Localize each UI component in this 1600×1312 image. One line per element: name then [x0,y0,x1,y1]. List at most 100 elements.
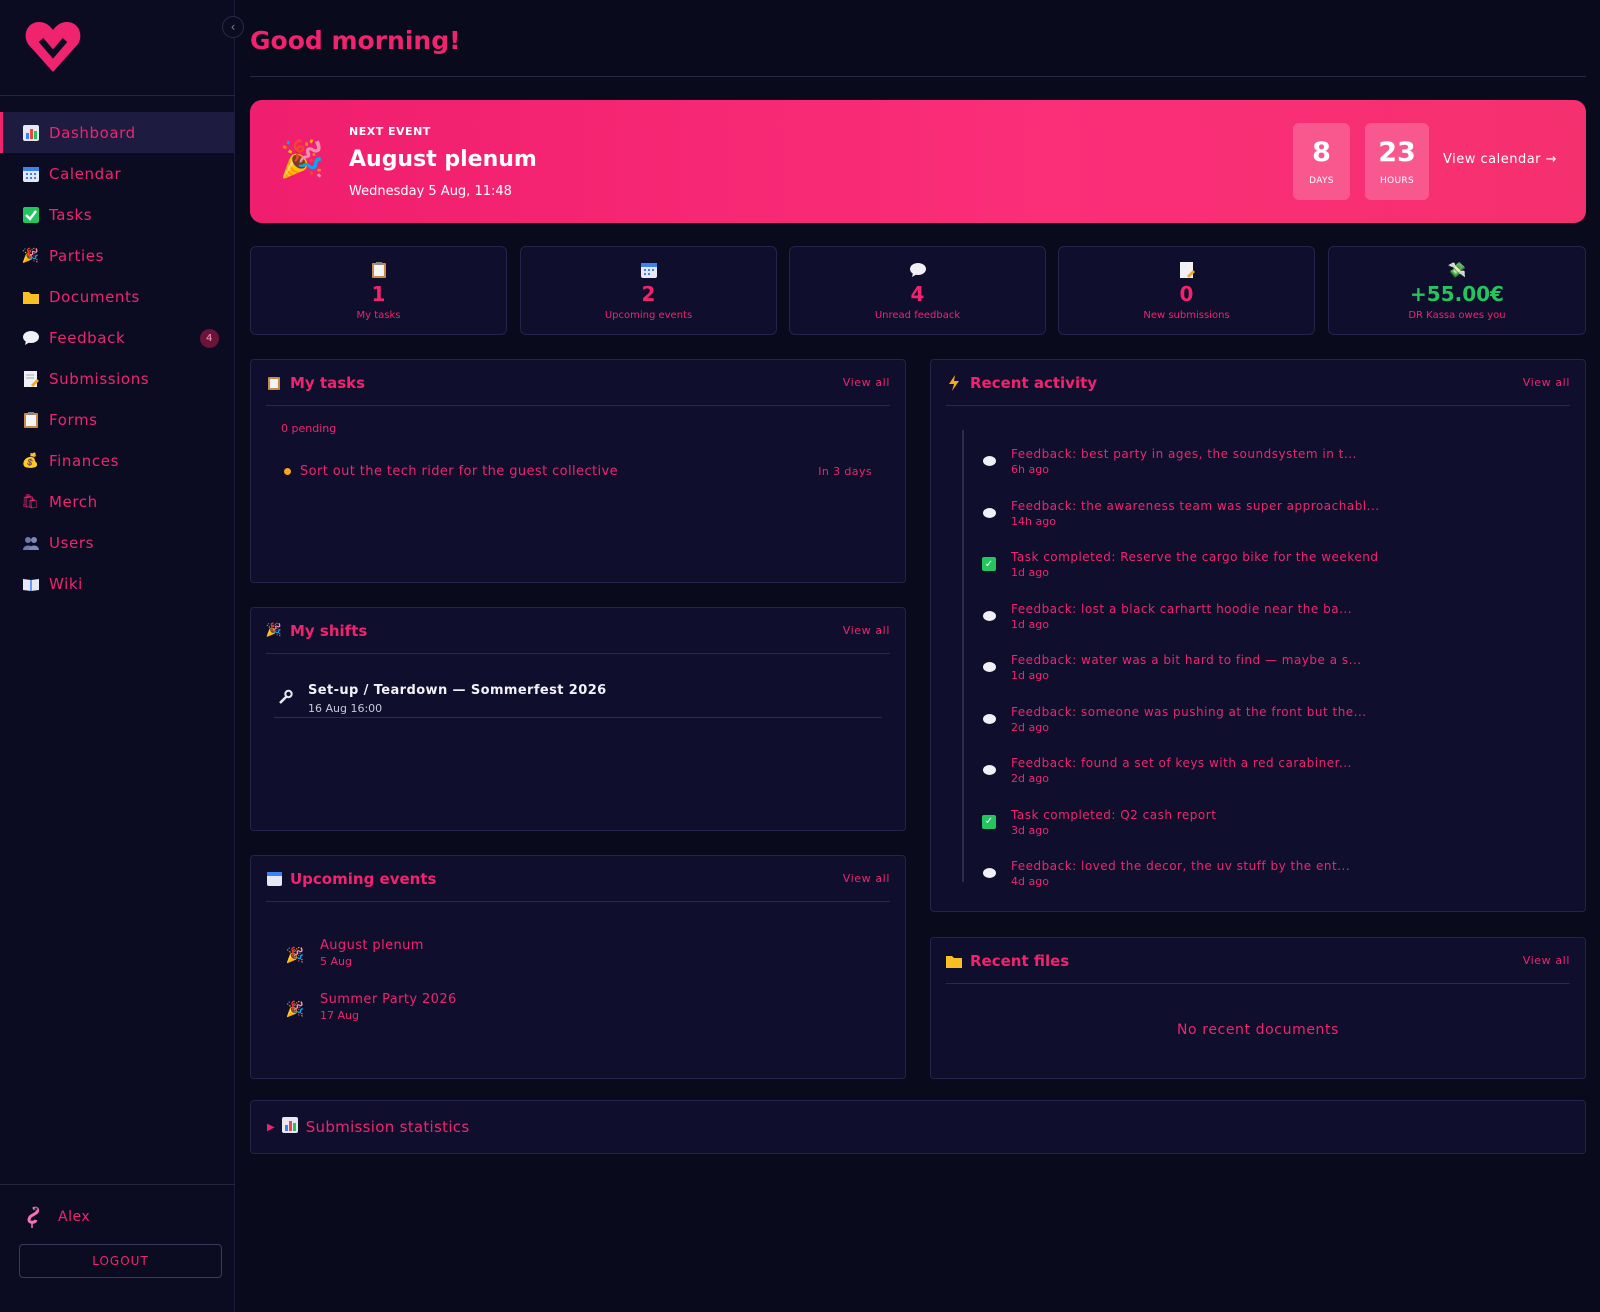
stat-card-kassa-balance[interactable]: 💸 +55.00€ DR Kassa owes you [1328,246,1586,335]
view-all-link[interactable]: View all [843,376,890,389]
sidebar-item-documents[interactable]: Documents [0,276,235,317]
countdown-hours-label: HOURS [1380,176,1414,186]
bubble-shape [982,456,996,466]
panel-title: Recent activity [970,373,1098,392]
party-popper-icon: 🎉 [285,1000,305,1018]
activity-item[interactable]: Feedback: someone was pushing at the fro… [981,705,1565,745]
next-event-title: August plenum [349,147,537,172]
activity-item[interactable]: Feedback: water was a bit hard to find —… [981,653,1565,693]
folder-icon [946,953,962,969]
view-calendar-link[interactable]: View calendar → [1443,152,1557,167]
panel-header: Upcoming events View all [266,856,890,902]
stat-card-my-tasks[interactable]: 1 My tasks [250,246,507,335]
collapse-sidebar-button[interactable]: ‹ [222,16,244,38]
party-popper-icon: 🎉 [285,946,305,964]
speech-bubble-icon [981,659,997,675]
activity-text: Feedback: lost a black carhartt hoodie n… [1011,601,1353,616]
stat-value: 1 [371,282,386,306]
my-tasks-panel: My tasks View all 0 pending Sort out the… [250,359,906,583]
sidebar-item-label: Dashboard [49,123,136,142]
activity-text: Feedback: found a set of keys with a red… [1011,756,1352,770]
checkbox-icon: ✓ [981,814,997,830]
submission-statistics-toggle[interactable]: ▶ Submission statistics [250,1100,1586,1154]
lightning-icon [946,374,962,391]
sidebar-item-calendar[interactable]: Calendar [0,153,235,194]
activity-time: 2d ago [1011,772,1049,785]
activity-time: 14h ago [1011,514,1056,528]
bubble-shape [982,662,996,672]
sidebar-item-submissions[interactable]: Submissions [0,358,235,399]
stat-card-upcoming-events[interactable]: 2 Upcoming events [520,246,777,335]
panel-title: Recent files [970,951,1070,970]
folder-icon [21,287,40,306]
task-title: Sort out the tech rider for the guest co… [300,464,619,479]
user-profile[interactable]: Alex [22,1206,90,1228]
activity-time: 2d ago [1011,720,1049,734]
panel-header: My tasks View all [266,360,890,406]
shift-date: 16 Aug 16:00 [308,702,383,715]
event-date: 5 Aug [320,955,352,968]
bubble-shape [982,765,996,775]
stat-value: 0 [1179,282,1194,306]
speech-bubble-icon [981,453,997,469]
flamingo-avatar-icon [22,1206,44,1228]
recent-files-panel: Recent files View all No recent document… [930,937,1586,1079]
countdown-days: 8 DAYS [1293,123,1350,200]
activity-item[interactable]: Feedback: lost a black carhartt hoodie n… [981,602,1565,642]
document-pencil-icon [21,369,40,388]
speech-bubble-icon [981,762,997,778]
sidebar-item-dashboard[interactable]: Dashboard [0,112,235,153]
stat-label: Unread feedback [874,310,961,321]
panel-header: 🎉 My shifts View all [266,608,890,654]
stat-label: Upcoming events [604,310,693,321]
activity-item[interactable]: ✓ Task completed: Q2 cash report 3d ago [981,808,1565,848]
countdown-days-label: DAYS [1309,176,1334,186]
activity-text: Feedback: best party in ages, the sounds… [1011,447,1357,461]
check-mark-icon: ✓ [982,557,996,571]
event-item[interactable]: 🎉 August plenum 5 Aug [284,938,424,968]
money-bag-icon: 💰 [21,452,40,469]
sidebar-item-wiki[interactable]: Wiki [0,563,235,604]
view-all-link[interactable]: View all [843,872,890,885]
recent-activity-panel: Recent activity View all Feedback: best … [930,359,1586,912]
sidebar-item-parties[interactable]: 🎉 Parties [0,235,235,276]
event-item[interactable]: 🎉 Summer Party 2026 17 Aug [284,992,457,1022]
upcoming-events-panel: Upcoming events View all 🎉 August plenum… [250,855,906,1079]
sidebar-item-feedback[interactable]: Feedback 4 [0,317,235,358]
view-all-link[interactable]: View all [1523,376,1570,389]
heart-logo-icon[interactable] [24,18,82,76]
stat-card-new-submissions[interactable]: 0 New submissions [1058,246,1315,335]
sidebar-item-finances[interactable]: 💰 Finances [0,440,235,481]
shift-title: Set-up / Teardown — Sommerfest 2026 [308,683,607,698]
sidebar-item-label: Feedback [49,328,126,347]
countdown-hours-value: 23 [1378,137,1416,168]
event-title: August plenum [320,938,424,953]
activity-item[interactable]: Feedback: loved the decor, the uv stuff … [981,859,1565,899]
activity-item[interactable]: Feedback: best party in ages, the sounds… [981,447,1565,487]
wrench-icon [277,689,293,709]
triangle-right-icon: ▶ [267,1121,275,1133]
activity-text: Feedback: someone was pushing at the fro… [1011,704,1367,719]
speech-bubble-icon [981,505,997,521]
stat-card-unread-feedback[interactable]: 4 Unread feedback [789,246,1046,335]
speech-bubble-icon [981,608,997,624]
calendar-icon [521,260,776,280]
view-all-link[interactable]: View all [843,624,890,637]
sidebar-item-label: Documents [49,287,140,306]
sidebar-item-users[interactable]: Users [0,522,235,563]
activity-item[interactable]: ✓ Task completed: Reserve the cargo bike … [981,550,1565,590]
activity-time: 1d ago [1011,669,1049,682]
sidebar-item-forms[interactable]: Forms [0,399,235,440]
shift-item[interactable]: Set-up / Teardown — Sommerfest 2026 16 A… [274,680,882,718]
sidebar-item-tasks[interactable]: Tasks [0,194,235,235]
user-name: Alex [58,1209,91,1225]
task-item[interactable]: Sort out the tech rider for the guest co… [284,464,872,479]
empty-state-text: No recent documents [1176,1022,1339,1038]
activity-item[interactable]: Feedback: found a set of keys with a red… [981,756,1565,796]
logout-button[interactable]: LOGOUT [19,1244,222,1278]
activity-item[interactable]: Feedback: the awareness team was super a… [981,499,1565,539]
activity-time: 1d ago [1011,566,1049,579]
activity-text: Task completed: Reserve the cargo bike f… [1011,550,1379,564]
sidebar-item-merch[interactable]: 🛍 Merch [0,481,235,522]
view-all-link[interactable]: View all [1523,954,1570,967]
